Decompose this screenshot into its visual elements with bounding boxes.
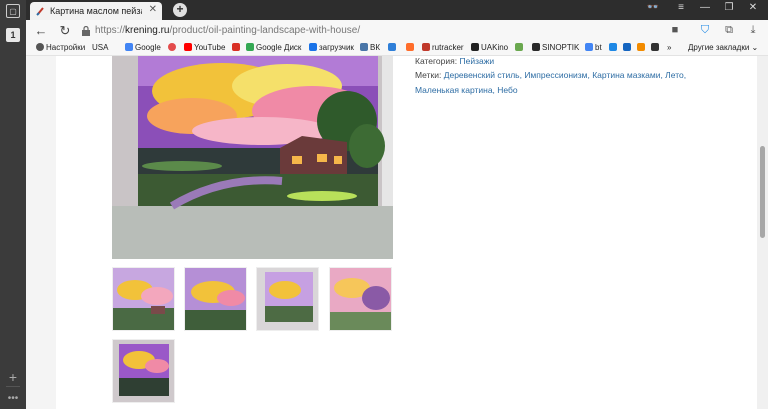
vk-icon (360, 43, 368, 51)
bookmark-icon[interactable]: ■ (668, 24, 682, 36)
sinoptik-icon (532, 43, 540, 51)
tab-title: Картина маслом пейзаж (50, 6, 142, 16)
bookmark-red[interactable] (168, 43, 178, 52)
scrollbar-thumb[interactable] (760, 146, 765, 238)
downloader-icon (309, 43, 317, 51)
thumbnail-3[interactable] (256, 267, 319, 331)
gear-icon (36, 43, 44, 51)
product-tags: Метки: Деревенский стиль, Импрессионизм,… (415, 70, 686, 80)
bookmark-google[interactable]: Google (125, 43, 161, 52)
bt-icon (585, 43, 593, 51)
bookmark-google-drive[interactable]: Google Диск (246, 43, 301, 52)
more-bookmarks[interactable]: » (667, 43, 671, 52)
red-icon (168, 43, 176, 51)
bookmark-orange[interactable] (406, 43, 416, 52)
bookmark-uakino[interactable]: UAKino (471, 43, 508, 52)
minimize-icon[interactable]: — (698, 2, 712, 13)
navy-icon (623, 43, 631, 51)
thumbnail-1[interactable] (112, 267, 175, 331)
bookmark-navy[interactable] (623, 43, 633, 52)
tab-counter-icon[interactable]: 1 (6, 28, 20, 42)
bookmark-translate[interactable] (388, 43, 398, 52)
amber-icon (637, 43, 645, 51)
thumbnail-image-4 (330, 268, 391, 330)
category-label: Категория: (415, 56, 458, 66)
bookmark-blue[interactable] (609, 43, 619, 52)
thumbnail-2[interactable] (184, 267, 247, 331)
category-link[interactable]: Пейзажи (459, 56, 494, 66)
reload-icon[interactable]: ↻ (58, 23, 72, 39)
bookmark-amber[interactable] (637, 43, 647, 52)
address-bar[interactable]: https://krening.ru/product/oil-painting-… (95, 25, 360, 36)
protect-shield-icon[interactable]: ⛉ (698, 24, 712, 37)
orange-icon (406, 43, 414, 51)
oil-painting-image (112, 56, 393, 259)
product-tags-continued: Маленькая картина, Небо (415, 85, 518, 95)
bookmarks-bar: Настройки USA Google YouTube Google Диск… (26, 42, 768, 56)
tags-links-line-1[interactable]: Деревенский стиль, Импрессионизм, Картин… (444, 70, 686, 80)
add-panel-icon[interactable]: + (6, 370, 20, 384)
bookmark-rutracker[interactable]: rutracker (422, 43, 464, 52)
bookmark-usa[interactable]: USA (92, 43, 108, 52)
blue-icon (609, 43, 617, 51)
url-domain: krening.ru (125, 25, 170, 36)
green-icon (515, 43, 523, 51)
sidebar-divider (6, 386, 20, 387)
uakino-icon (471, 43, 479, 51)
url-path: /product/oil-painting-landscape-with-hou… (169, 25, 361, 36)
close-window-icon[interactable]: ✕ (746, 2, 760, 13)
bookmark-downloader[interactable]: загрузчик (309, 43, 354, 52)
drive-icon (246, 43, 254, 51)
translate-icon (388, 43, 396, 51)
tab-strip: Картина маслом пейзаж ✕ + 👓 ≡ — ❐ ✕ (26, 0, 768, 20)
thumbnail-image-1 (113, 268, 174, 330)
tags-label: Метки: (415, 70, 442, 80)
gmail-icon (232, 43, 240, 51)
browser-sidebar: ▢ 1 + ••• (0, 0, 26, 409)
extensions-icon[interactable]: ⧉ (722, 24, 736, 37)
bookmark-green[interactable] (515, 43, 525, 52)
bookmark-dark[interactable] (651, 43, 661, 52)
thumbnail-image-3 (257, 268, 318, 330)
thumbnail-4[interactable] (329, 267, 392, 331)
url-prefix: https:// (95, 25, 126, 36)
tags-links-line-2[interactable]: Маленькая картина, Небо (415, 85, 518, 95)
rutracker-icon (422, 43, 430, 51)
bookmark-youtube[interactable]: YouTube (184, 43, 225, 52)
tabs-panel-icon[interactable]: ▢ (6, 4, 20, 18)
google-icon (125, 43, 133, 51)
menu-icon[interactable]: ≡ (674, 2, 688, 13)
bookmark-bt[interactable]: bt (585, 43, 602, 52)
thumbnail-image-5 (113, 340, 174, 402)
restore-icon[interactable]: ❐ (722, 2, 736, 13)
product-main-image[interactable] (112, 56, 393, 259)
tab-active[interactable]: Картина маслом пейзаж ✕ (30, 2, 162, 20)
navigation-bar: ← ↻ https://krening.ru/product/oil-paint… (26, 20, 768, 42)
bookmark-gmail[interactable] (232, 43, 242, 52)
thumbnail-image-2 (185, 268, 246, 330)
more-icon[interactable]: ••• (6, 392, 20, 406)
thumbnail-5[interactable] (112, 339, 175, 403)
bookmark-vk[interactable]: ВК (360, 43, 380, 52)
lock-icon (82, 26, 90, 36)
youtube-icon (184, 43, 192, 51)
close-tab-icon[interactable]: ✕ (149, 4, 157, 15)
new-tab-button[interactable]: + (173, 3, 187, 17)
bookmark-settings[interactable]: Настройки (36, 43, 85, 52)
dark-icon (651, 43, 659, 51)
other-bookmarks[interactable]: Другие закладки ⌄ (688, 43, 758, 52)
back-icon[interactable]: ← (34, 23, 48, 39)
download-icon[interactable]: ⤓ (746, 24, 760, 37)
bookmark-sinoptik[interactable]: SINOPTIK (532, 43, 579, 52)
product-category: Категория: Пейзажи (415, 56, 494, 66)
reading-glasses-icon[interactable]: 👓 (646, 2, 660, 13)
brush-favicon-icon (36, 6, 46, 16)
